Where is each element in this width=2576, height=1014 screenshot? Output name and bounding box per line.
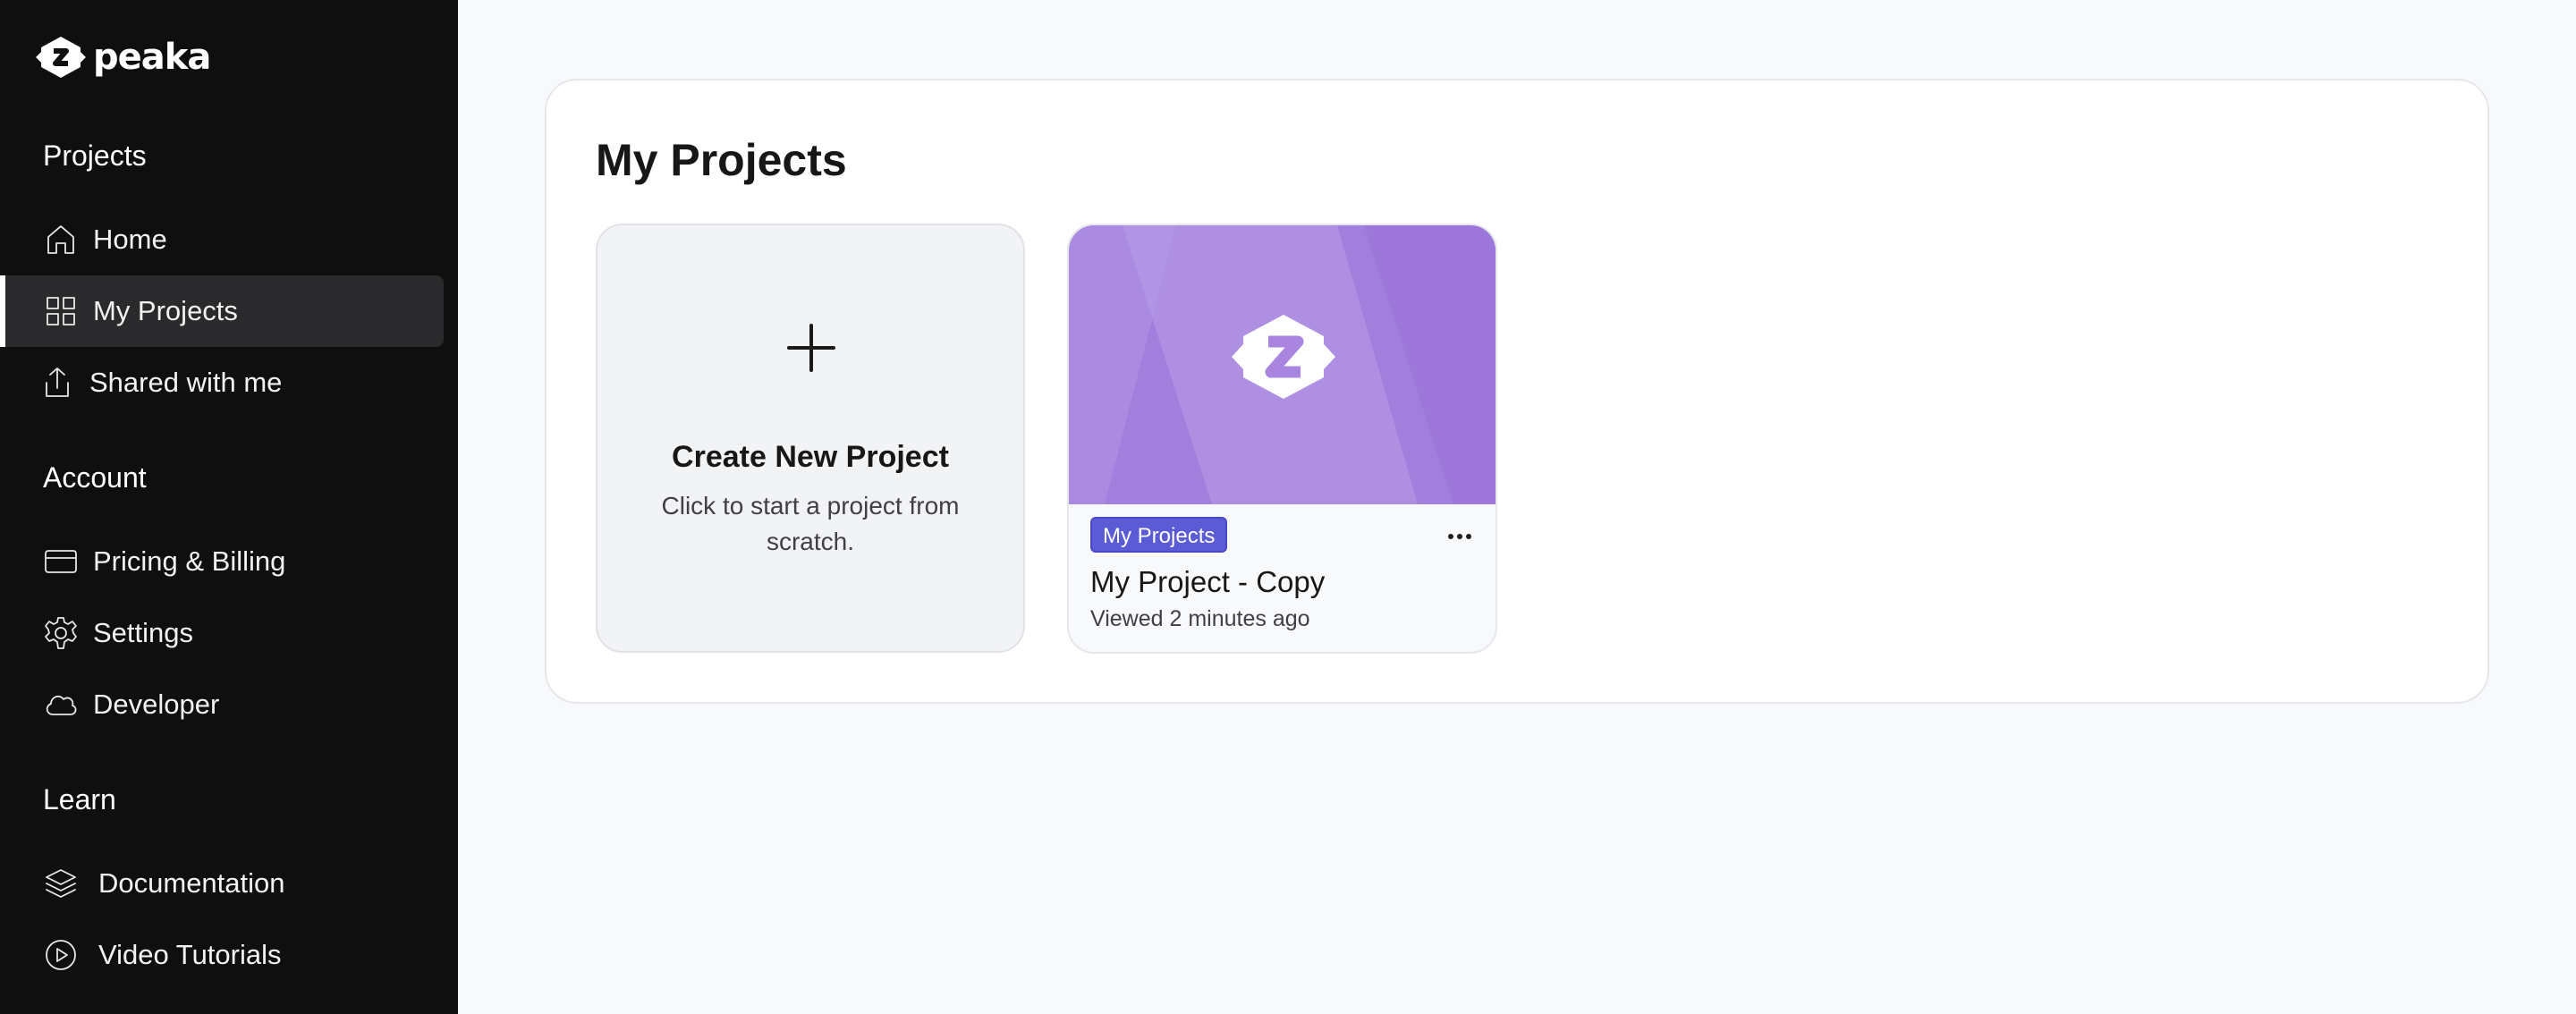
- sidebar-item-pricing-billing[interactable]: Pricing & Billing: [0, 526, 444, 597]
- sidebar-item-label: Documentation: [98, 867, 285, 899]
- section-title-account: Account: [43, 461, 147, 494]
- create-project-description: Click to start a project from scratch.: [661, 492, 960, 555]
- sidebar-item-label: Pricing & Billing: [93, 545, 286, 577]
- sidebar-item-label: Home: [93, 224, 167, 255]
- project-thumbnail: [1069, 225, 1496, 504]
- sidebar-item-shared-with-me[interactable]: Shared with me: [0, 347, 444, 418]
- grid-icon: [43, 293, 79, 329]
- sidebar-item-documentation[interactable]: Documentation: [0, 848, 444, 919]
- create-new-project-card[interactable]: Create New Project Click to start a proj…: [596, 224, 1025, 653]
- sidebar-item-video-tutorials[interactable]: Video Tutorials: [0, 919, 444, 991]
- home-icon: [43, 222, 79, 258]
- section-title-projects: Projects: [43, 139, 147, 172]
- project-last-viewed: Viewed 2 minutes ago: [1090, 606, 1310, 631]
- sidebar-item-label: My Projects: [93, 295, 238, 326]
- peaka-logo-icon: [36, 37, 86, 78]
- project-name: My Project - Copy: [1090, 565, 1326, 598]
- create-project-title: Create New Project: [672, 440, 949, 474]
- credit-card-icon: [43, 544, 79, 579]
- project-card[interactable]: My Projects My Project - Copy Viewed 2 m…: [1067, 224, 1497, 654]
- play-circle-icon: [43, 937, 79, 973]
- sidebar-item-label: Shared with me: [89, 367, 283, 398]
- project-location-badge: My Projects: [1090, 517, 1228, 553]
- section-title-learn: Learn: [43, 783, 116, 815]
- sidebar-item-my-projects[interactable]: My Projects: [0, 275, 444, 347]
- brand-name: peaka: [93, 37, 211, 78]
- sidebar-item-developer[interactable]: Developer: [0, 669, 444, 740]
- share-icon: [39, 365, 75, 401]
- brand-logo[interactable]: peaka: [34, 34, 211, 80]
- sidebar-item-home[interactable]: Home: [0, 204, 444, 275]
- plus-icon: [785, 322, 837, 374]
- sidebar-item-label: Settings: [93, 617, 194, 648]
- layers-icon: [43, 866, 79, 901]
- sidebar-item-settings[interactable]: Settings: [0, 597, 444, 669]
- sidebar-item-label: Developer: [93, 689, 220, 720]
- more-icon[interactable]: [1448, 531, 1477, 542]
- sidebar-item-label: Video Tutorials: [98, 939, 282, 970]
- gear-icon: [43, 615, 79, 651]
- sidebar: peaka Projects Home My Projects Shared w…: [0, 0, 458, 1014]
- cloud-icon: [43, 687, 79, 722]
- page-title: My Projects: [596, 135, 847, 185]
